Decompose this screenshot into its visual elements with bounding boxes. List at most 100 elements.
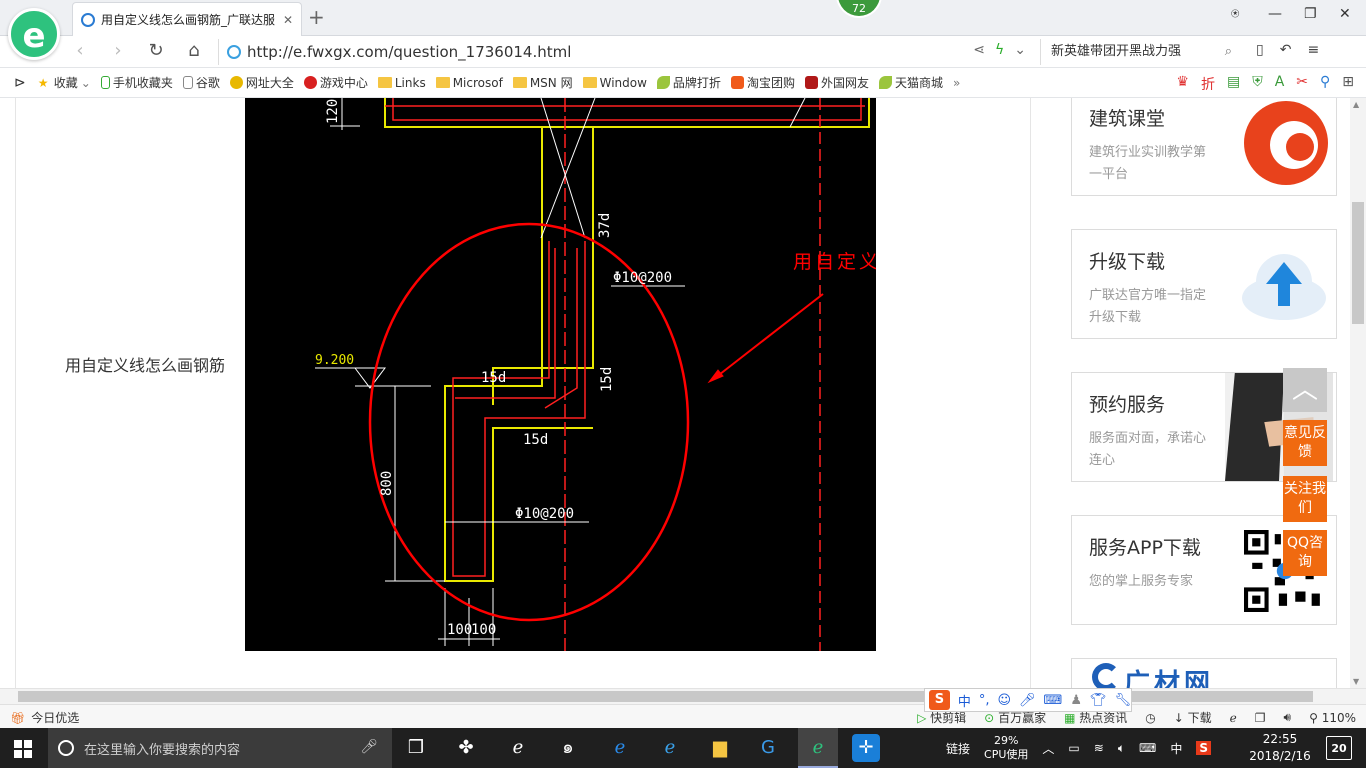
search-text[interactable]: 新英雄带团开黑战力强 xyxy=(1051,44,1181,59)
taskbar-search-placeholder[interactable]: 在这里输入你要搜索的内容 xyxy=(84,739,240,758)
notification-badge[interactable]: 72 xyxy=(836,0,882,18)
ime-mode[interactable]: 中 xyxy=(958,691,971,710)
apps-icon[interactable]: ⊞ xyxy=(1342,74,1354,94)
browser-e-icon[interactable]: ℯ xyxy=(504,734,532,762)
zoom-level[interactable]: ⚲ 110% xyxy=(1309,711,1356,725)
favorite-item[interactable]: 手机收藏夹 xyxy=(100,74,173,91)
card-material-network[interactable]: 广材网 xyxy=(1071,658,1337,688)
download-link[interactable]: ↓ 下载 xyxy=(1174,709,1212,726)
favorite-item[interactable]: 外国网友 xyxy=(804,74,869,91)
punctuation-icon[interactable]: °, xyxy=(979,693,990,708)
chevron-down-icon[interactable]: ⌄ xyxy=(1014,42,1026,58)
horizontal-scrollbar[interactable] xyxy=(0,688,1366,704)
ie-mode-icon[interactable]: ℯ xyxy=(1230,711,1237,725)
tray-expand-icon[interactable]: ︿ xyxy=(1042,740,1054,757)
trophy-icon[interactable]: ♛ xyxy=(1176,74,1189,94)
glodon-app-icon[interactable]: G xyxy=(754,734,782,762)
back-icon[interactable]: ‹ xyxy=(70,40,90,61)
home-icon[interactable]: ⌂ xyxy=(184,40,204,61)
favorite-item[interactable]: 淘宝团购 xyxy=(730,74,795,91)
scroll-up-icon[interactable]: ▲ xyxy=(1353,100,1359,109)
favorite-item[interactable]: Window xyxy=(582,76,647,90)
favorite-item[interactable]: 游戏中心 xyxy=(303,74,368,91)
discount-icon[interactable]: 折 xyxy=(1201,74,1215,94)
favorite-item[interactable]: Links xyxy=(377,76,426,90)
zoom-tool-icon[interactable]: ⚲ xyxy=(1320,74,1330,94)
forward-icon[interactable]: › xyxy=(108,40,128,61)
favorite-item[interactable]: 天猫商城 xyxy=(878,74,943,91)
sound-icon[interactable]: 🔊︎ xyxy=(1284,710,1292,725)
skin-shirt-icon[interactable]: 👕︎ xyxy=(1090,693,1107,708)
speed-mode-icon[interactable]: ϟ xyxy=(995,42,1004,58)
emoji-icon[interactable]: ☺ xyxy=(997,693,1011,708)
scroll-down-icon[interactable]: ▼ xyxy=(1353,677,1359,686)
favorite-item[interactable]: Microsof xyxy=(435,76,503,90)
browser-logo-icon[interactable]: e xyxy=(8,8,60,60)
taskbar-search-box[interactable]: 在这里输入你要搜索的内容 🎤︎ xyxy=(48,728,392,768)
microphone-icon[interactable]: 🎤︎ xyxy=(360,739,378,755)
vertical-scrollbar[interactable]: ▲ ▼ xyxy=(1350,98,1366,688)
user-icon[interactable]: ♟ xyxy=(1070,693,1082,708)
translate-icon[interactable]: A xyxy=(1275,74,1285,94)
shield-icon[interactable]: ⛨ xyxy=(1252,74,1263,94)
taskbar-clock[interactable]: 22:55 2018/2/16 xyxy=(1246,731,1314,765)
ie-icon[interactable]: ℯ xyxy=(656,734,684,762)
search-box[interactable]: 新英雄带团开黑战力强 ⌕ xyxy=(1040,39,1240,65)
search-icon[interactable]: ⌕ xyxy=(1225,39,1232,65)
window-icon[interactable]: ❐ xyxy=(1255,711,1266,725)
back-to-top-button[interactable]: ︿ xyxy=(1283,368,1327,412)
restore-button[interactable]: ❐ xyxy=(1304,6,1317,22)
cpu-usage[interactable]: 29% CPU使用 xyxy=(984,734,1028,762)
url-field[interactable]: http://e.fwxgx.com/question_1736014.html… xyxy=(218,39,1040,65)
favorite-item[interactable]: 谷歌 xyxy=(182,74,220,91)
skin-icon[interactable]: ⍟ xyxy=(1231,6,1239,22)
qq-consult-button[interactable]: QQ咨询 xyxy=(1283,530,1327,576)
scissors-icon[interactable]: ✂ xyxy=(1296,74,1308,94)
swirl-app-icon[interactable]: ๑ xyxy=(554,734,582,762)
card-building-class[interactable]: 建筑课堂 建筑行业实训教学第一平台 xyxy=(1071,98,1337,196)
action-center-icon[interactable]: 20 xyxy=(1326,736,1352,760)
sogou-logo-icon[interactable]: S xyxy=(929,690,950,710)
refresh-icon[interactable]: ↻ xyxy=(146,40,166,61)
feedback-button[interactable]: 意见反馈 xyxy=(1283,420,1327,466)
menu-icon[interactable]: ≡ xyxy=(1307,42,1319,58)
today-picks-link[interactable]: 今日优选 xyxy=(31,709,79,726)
ime-toolbar[interactable]: S 中 °, ☺ 🎤︎ ⌨ ♟ 👕︎ 🔧︎ xyxy=(924,688,1132,712)
history-icon[interactable]: ◷ xyxy=(1145,711,1155,725)
links-toolbar[interactable]: 链接 xyxy=(946,740,970,757)
favorite-item[interactable]: 品牌打折 xyxy=(656,74,721,91)
file-explorer-icon[interactable]: ▆ xyxy=(706,734,734,762)
pinned-app-icon[interactable]: ✛ xyxy=(852,734,880,762)
close-tab-icon[interactable]: ✕ xyxy=(283,13,293,27)
card-upgrade-download[interactable]: 升级下载 广联达官方唯一指定升级下载 xyxy=(1071,229,1337,339)
battery-icon[interactable]: ▭ xyxy=(1068,741,1079,755)
input-language[interactable]: 中 xyxy=(1170,740,1182,757)
task-view-icon[interactable]: ❒ xyxy=(402,734,430,762)
vertical-scroll-thumb[interactable] xyxy=(1352,202,1364,324)
more-favorites-icon[interactable]: » xyxy=(953,76,960,90)
voice-icon[interactable]: 🎤︎ xyxy=(1019,693,1036,708)
favorite-item[interactable]: MSN 网 xyxy=(512,74,573,91)
reader-icon[interactable]: ▤ xyxy=(1227,74,1240,94)
site-security-icon[interactable] xyxy=(227,45,241,59)
wifi-icon[interactable]: ≋ xyxy=(1094,741,1104,755)
edge-icon[interactable]: ℯ xyxy=(606,734,634,762)
keyboard-icon[interactable]: ⌨ xyxy=(1044,693,1063,708)
favorite-item[interactable]: 网址大全 xyxy=(229,74,294,91)
browser-tab[interactable]: 用自定义线怎么画钢筋_广联达服 ✕ xyxy=(72,2,302,36)
fan-app-icon[interactable]: ✤ xyxy=(452,734,480,762)
follow-us-button[interactable]: 关注我们 xyxy=(1283,476,1327,522)
wrench-icon[interactable]: 🔧︎ xyxy=(1114,693,1131,708)
favorite-item[interactable]: ★ 收藏 ⌄ xyxy=(38,74,91,91)
minimize-button[interactable]: — xyxy=(1268,6,1282,22)
mobile-icon[interactable]: ▯ xyxy=(1256,42,1264,58)
close-window-button[interactable]: ✕ xyxy=(1339,6,1351,22)
volume-icon[interactable]: 🔈︎ xyxy=(1118,741,1125,756)
windows-start-icon[interactable] xyxy=(14,740,32,758)
new-tab-button[interactable]: + xyxy=(308,5,325,29)
sogou-tray-icon[interactable]: S xyxy=(1196,741,1212,755)
cortana-icon[interactable] xyxy=(58,740,74,756)
active-browser-task-icon[interactable]: ℯ xyxy=(798,728,838,768)
url-text[interactable]: http://e.fwxgx.com/question_1736014.html xyxy=(247,43,571,61)
toggle-sidebar-icon[interactable]: ⊳ xyxy=(14,75,26,91)
